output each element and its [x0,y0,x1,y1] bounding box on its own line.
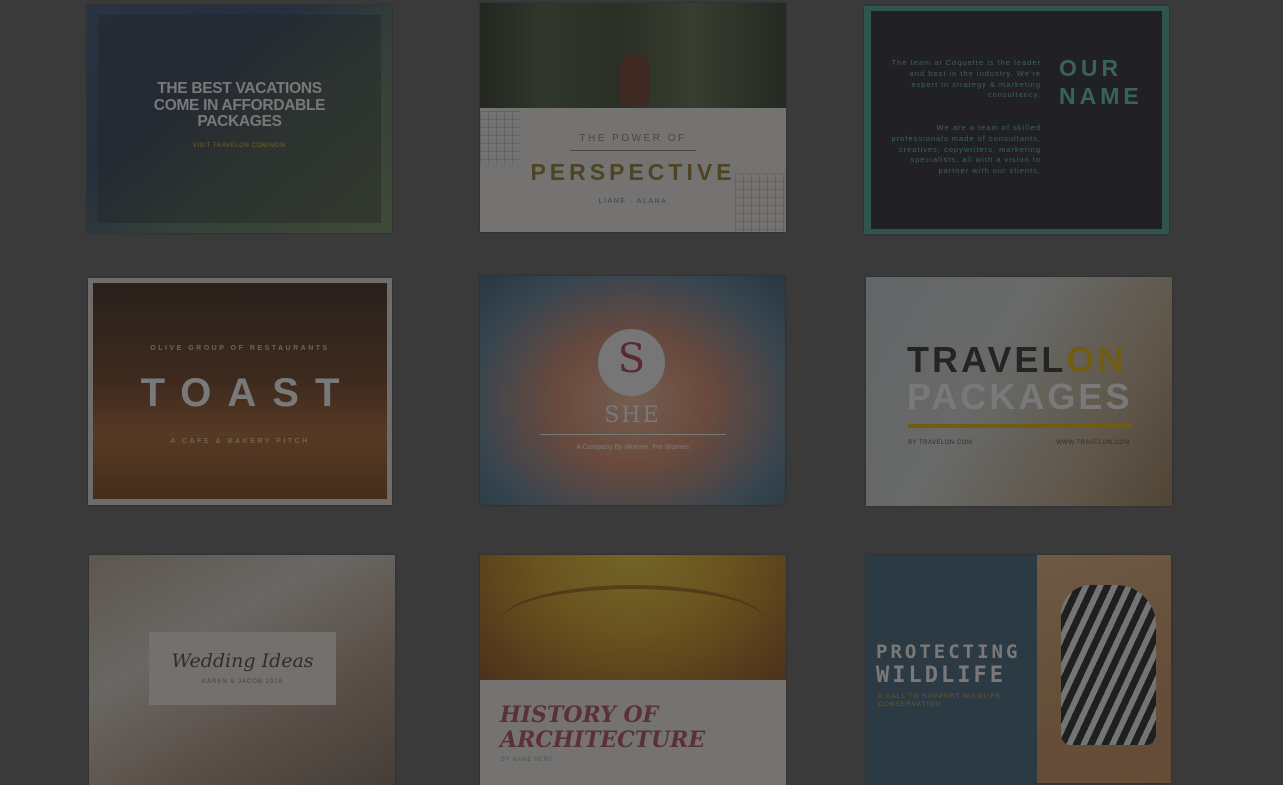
card-kicker: THE POWER OF [579,133,687,144]
template-card-architecture[interactable]: HISTORY OF ARCHITECTURE BY NAME HERE [480,555,786,785]
card-title: PERSPECTIVE [530,159,736,185]
card-title: THE BEST VACATIONS COME IN AFFORDABLE PA… [153,80,326,130]
card-body-text: The team at Coquette is the leader and b… [891,58,1041,100]
divider [540,434,726,435]
card-subtitle: LIANE · ALANA [598,198,668,205]
person-figure [620,53,650,105]
card-title: TOAST [140,371,356,415]
card-subtitle: KAREN & JACOB 2018 [201,679,284,685]
card-title-line: ARCHITECTURE [500,727,706,753]
divider [570,150,696,151]
dome-arch [500,585,766,659]
card-note: BY TRAVELON.COM [908,440,973,446]
card-title: OUR NAME [1059,54,1143,110]
card-title-line: WILDLIFE [876,663,1006,688]
card-subtitle: A CAFE & BAKERY PITCH [170,438,310,445]
card-title-line: NAME [1059,83,1143,109]
card-kicker: OLIVE GROUP OF RESTAURANTS [150,345,330,352]
card-body-text: We are a team of skilled professionals m… [891,123,1041,176]
card-title: Wedding Ideas [171,650,314,672]
template-card-toast[interactable]: OLIVE GROUP OF RESTAURANTS TOAST A CAFE … [88,278,392,505]
card-title-accent: ON [1066,339,1127,380]
template-card-vacations[interactable]: THE BEST VACATIONS COME IN AFFORDABLE PA… [87,5,392,233]
card-title-line: HISTORY OF [500,702,659,728]
card-inner-panel [871,11,1162,229]
card-title-line: PROTECTING [876,641,1021,663]
card-note: WWW.TRAVELON.COM [1056,440,1130,446]
card-title-part: TRAVEL [907,339,1067,380]
template-card-our-name[interactable]: The team at Coquette is the leader and b… [864,6,1169,234]
template-card-wedding[interactable]: Wedding Ideas KAREN & JACOB 2018 [89,555,395,785]
template-card-she[interactable]: S SHE A Company By Women, For Women [480,276,785,505]
card-title-line: PACKAGES [907,376,1133,417]
template-card-wildlife[interactable]: PROTECTING WILDLIFE A CALL TO SUPPORT WI… [866,555,1171,783]
card-url: VISIT TRAVELON.COM/NOW [192,143,287,149]
card-subtitle: BY NAME HERE [501,757,554,763]
template-card-perspective[interactable]: THE POWER OF PERSPECTIVE LIANE · ALANA [480,3,786,232]
template-card-travel-on[interactable]: TRAVELON PACKAGES BY TRAVELON.COM WWW.TR… [866,277,1172,506]
card-title: TRAVELON [907,339,1126,381]
card-title: SHE [604,403,661,428]
card-title-line: OUR [1059,55,1123,81]
card-subtitle: A Company By Women, For Women [576,444,689,451]
zebra-image [1061,585,1156,745]
card-subtitle: A CALL TO SUPPORT WILDLIFE CONSERVATION [878,693,1002,708]
accent-bar [908,424,1131,428]
card-title: HISTORY OF ARCHITECTURE [500,703,705,753]
monogram-letter: S [617,336,646,382]
